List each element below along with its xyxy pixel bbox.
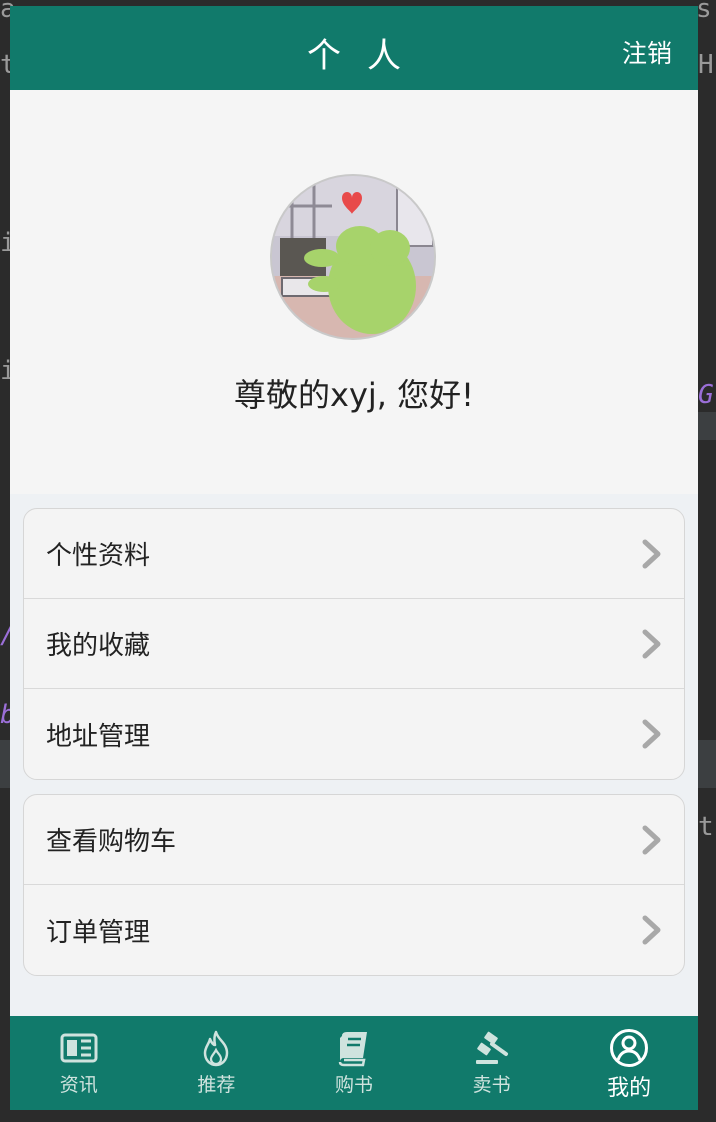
background-editor-bar [698,740,716,788]
tab-label: 推荐 [197,1074,236,1096]
app-screen: 个人 注销 尊敬的xyj, 您好! 个性资料 我的收藏 地址管理 查看购物车 订… [10,6,698,1110]
chevron-right-icon [642,915,661,945]
chevron-right-icon [642,539,661,569]
menu-group-profile: 个性资料 我的收藏 地址管理 [23,508,685,780]
background-editor-bar [0,740,10,788]
profile-section: 尊敬的xyj, 您好! [10,90,698,494]
user-icon [610,1029,649,1067]
tab-label: 购书 [334,1074,373,1096]
chevron-right-icon [642,629,661,659]
menu-item-label: 个性资料 [46,541,151,571]
menu-item-favorites[interactable]: 我的收藏 [24,599,684,689]
menu-item-label: 查看购物车 [46,827,177,857]
tab-label: 卖书 [472,1074,511,1096]
menu-item-label: 地址管理 [46,721,151,752]
background-editor-bar [698,412,716,440]
menu-item-address[interactable]: 地址管理 [24,689,684,779]
avatar[interactable] [270,174,436,340]
menu-group-orders: 查看购物车 订单管理 [23,794,685,976]
book-icon [338,1032,367,1067]
menu-item-label: 我的收藏 [46,631,151,661]
tab-buy-books[interactable]: 购书 [285,1016,423,1110]
tab-mine[interactable]: 我的 [560,1016,698,1110]
tab-label: 我的 [607,1076,652,1101]
background-code-fragment: s [696,0,712,24]
flame-icon [204,1030,229,1067]
bottom-tab-bar: 资讯 推荐 购书 卖书 我的 [10,1016,698,1110]
menu-item-cart[interactable]: 查看购物车 [24,795,684,885]
tab-label: 资讯 [59,1074,98,1096]
menu-item-orders[interactable]: 订单管理 [24,885,684,975]
tab-recommend[interactable]: 推荐 [148,1016,286,1110]
tab-news[interactable]: 资讯 [10,1016,148,1110]
menu-item-profile-info[interactable]: 个性资料 [24,509,684,599]
menu-item-label: 订单管理 [46,917,151,948]
tab-sell-books[interactable]: 卖书 [423,1016,561,1110]
gavel-icon [475,1031,508,1064]
greeting-text: 尊敬的xyj, 您好! [234,376,474,414]
logout-button[interactable]: 注销 [622,34,672,70]
chevron-right-icon [642,825,661,855]
chevron-right-icon [642,719,661,749]
top-navigation-bar: 个人 注销 [10,6,698,90]
background-code-fragment: G [698,380,714,410]
page-title: 个人 [307,36,427,76]
background-code-fragment: H [698,50,714,80]
background-code-fragment: t [698,812,714,842]
frog-avatar-image [272,176,434,338]
news-icon [60,1033,98,1063]
